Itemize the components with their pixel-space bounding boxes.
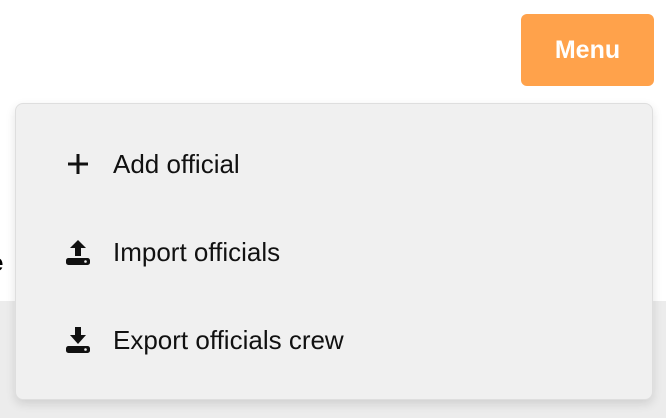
menu-item-add-official[interactable]: Add official — [16, 120, 652, 208]
menu-item-export-officials-crew[interactable]: Export officials crew — [16, 296, 652, 384]
plus-icon — [64, 150, 92, 178]
partial-heading: e — [0, 250, 3, 278]
menu-dropdown: Add official Import officials Export off… — [15, 103, 653, 400]
upload-icon — [64, 238, 92, 266]
page: e Menu Add official Import officials — [0, 0, 666, 418]
menu-button[interactable]: Menu — [521, 14, 654, 86]
menu-item-import-officials[interactable]: Import officials — [16, 208, 652, 296]
menu-item-label: Export officials crew — [113, 324, 344, 355]
menu-item-label: Add official — [113, 148, 240, 179]
menu-item-label: Import officials — [113, 236, 281, 267]
download-icon — [64, 326, 92, 354]
